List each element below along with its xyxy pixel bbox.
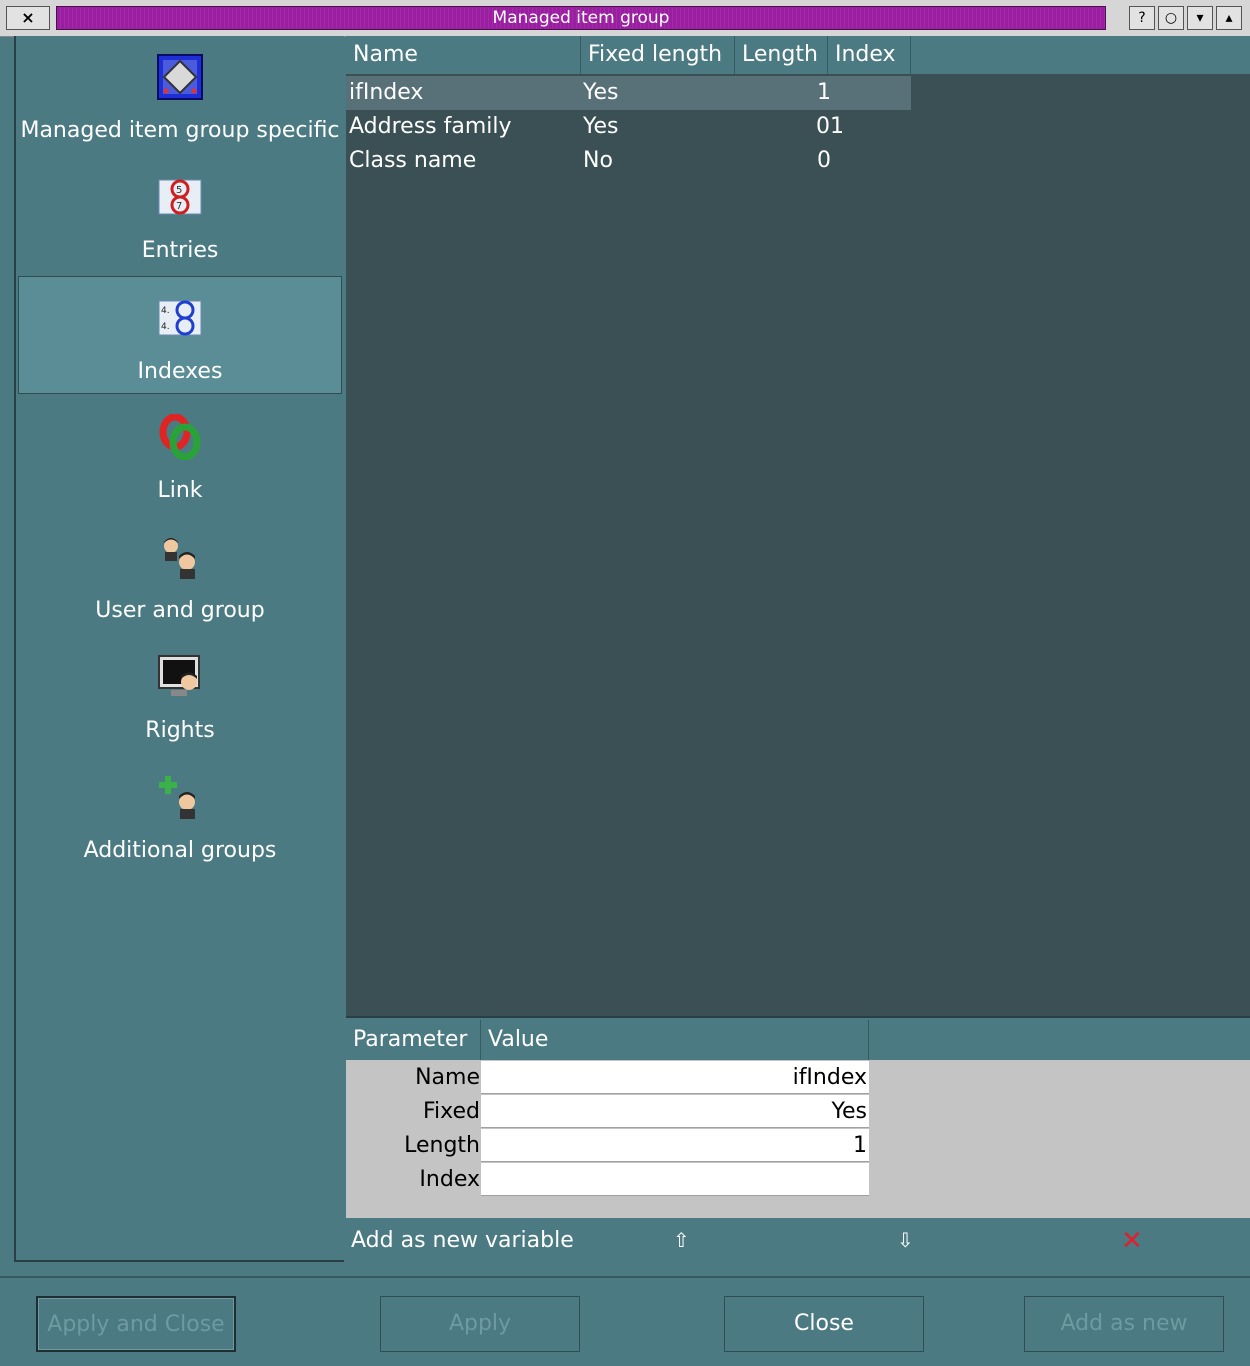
- column-header-index[interactable]: Index: [828, 36, 911, 74]
- column-header-parameter[interactable]: Parameter: [346, 1020, 481, 1060]
- window-controls: ? ○ ▾ ▴: [1126, 6, 1242, 30]
- sidebar-item-entries[interactable]: 5 7 Entries: [18, 156, 342, 274]
- svg-text:5: 5: [176, 185, 182, 196]
- cell-name: Class name: [349, 148, 477, 173]
- parameter-label: Length: [346, 1129, 480, 1162]
- sidebar-item-label: Entries: [141, 238, 219, 263]
- table-row[interactable]: Class name No 0: [346, 144, 911, 178]
- window-title: Managed item group: [492, 8, 670, 28]
- sidebar-item-label: Indexes: [137, 359, 223, 384]
- sidebar-item-user-and-group[interactable]: User and group: [18, 516, 342, 634]
- window-close-button[interactable]: ×: [6, 6, 50, 30]
- parameter-value-field[interactable]: 1: [481, 1129, 869, 1162]
- sidebar-item-indexes[interactable]: 4. 4. Indexes: [18, 276, 342, 394]
- parameter-label: Index: [346, 1163, 480, 1196]
- cell-fixed-length: No: [583, 148, 613, 173]
- parameter-value-field[interactable]: [481, 1163, 869, 1196]
- cell-name: Address family: [349, 114, 512, 139]
- parameter-value-field[interactable]: ifIndex: [481, 1061, 869, 1094]
- window-title-strip[interactable]: Managed item group: [56, 6, 1106, 30]
- variable-actions-row: Add as new variable ⇧ ⇩ ✕: [346, 1220, 1250, 1266]
- sidebar-item-label: Managed item group specific: [20, 118, 340, 143]
- cell-length: 1: [817, 80, 831, 105]
- diamond-icon: [157, 54, 203, 100]
- rights-icon: [158, 655, 200, 696]
- svg-text:4.: 4.: [161, 322, 170, 332]
- parameter-label: Name: [346, 1061, 480, 1094]
- column-header-length[interactable]: Length: [735, 36, 828, 74]
- dialog-button-bar: Apply and Close Apply Close Add as new: [0, 1276, 1250, 1366]
- move-up-icon[interactable]: ⇧: [673, 1228, 690, 1252]
- indexes-icon: 4. 4.: [158, 300, 202, 336]
- column-header-name[interactable]: Name: [346, 36, 581, 74]
- sidebar-item-label: User and group: [95, 598, 265, 623]
- delete-icon[interactable]: ✕: [1121, 1226, 1143, 1256]
- entries-icon: 5 7: [158, 179, 202, 215]
- table-row[interactable]: Address family Yes 01: [346, 110, 911, 144]
- sidebar-item-label: Additional groups: [83, 838, 277, 863]
- sidebar-item-managed-item-group-specific[interactable]: Managed item group specific: [18, 36, 342, 154]
- add-as-new-variable-button[interactable]: Add as new variable: [351, 1228, 574, 1253]
- restore-button[interactable]: ○: [1158, 6, 1184, 30]
- apply-button[interactable]: Apply: [380, 1296, 580, 1352]
- add-as-new-button[interactable]: Add as new: [1024, 1296, 1224, 1352]
- sidebar-item-label: Link: [157, 478, 203, 503]
- users-icon: [164, 538, 195, 579]
- add-group-icon: [159, 776, 195, 819]
- minimize-button[interactable]: ▾: [1187, 6, 1213, 30]
- cell-fixed-length: Yes: [583, 80, 619, 105]
- cell-name: ifIndex: [349, 80, 424, 105]
- table-row[interactable]: ifIndex Yes 1: [346, 76, 911, 110]
- parameter-label: Fixed length: [346, 1095, 480, 1157]
- svg-text:7: 7: [176, 201, 182, 212]
- parameter-table: Parameter Value Name ifIndex Fixed lengt…: [346, 1020, 1250, 1218]
- indexes-table: Name Fixed length Length Index ifIndex Y…: [346, 36, 1250, 1018]
- sidebar-item-rights[interactable]: Rights: [18, 636, 342, 754]
- sidebar-item-label: Rights: [145, 718, 215, 743]
- window-titlebar: × Managed item group ? ○ ▾ ▴: [0, 0, 1250, 37]
- parameter-table-header: Parameter Value: [346, 1020, 1250, 1060]
- column-header-fixed-length[interactable]: Fixed length: [581, 36, 735, 74]
- close-icon: ×: [21, 8, 35, 27]
- cell-length: 0: [817, 148, 831, 173]
- cell-length: 01: [816, 114, 844, 139]
- maximize-button[interactable]: ▴: [1216, 6, 1242, 30]
- svg-text:4.: 4.: [161, 306, 170, 316]
- parameter-value-field[interactable]: Yes: [481, 1095, 869, 1128]
- sidebar-item-additional-groups[interactable]: Additional groups: [18, 756, 342, 874]
- category-sidebar: Managed item group specific 5 7 Entries …: [14, 36, 344, 1262]
- link-icon: [159, 414, 201, 460]
- sidebar-item-link[interactable]: Link: [18, 396, 342, 514]
- help-button[interactable]: ?: [1129, 6, 1155, 30]
- column-header-value[interactable]: Value: [481, 1020, 869, 1060]
- cell-fixed-length: Yes: [583, 114, 619, 139]
- indexes-table-header: Name Fixed length Length Index: [346, 36, 1250, 74]
- move-down-icon[interactable]: ⇩: [897, 1228, 914, 1252]
- apply-and-close-button[interactable]: Apply and Close: [36, 1296, 236, 1352]
- close-button[interactable]: Close: [724, 1296, 924, 1352]
